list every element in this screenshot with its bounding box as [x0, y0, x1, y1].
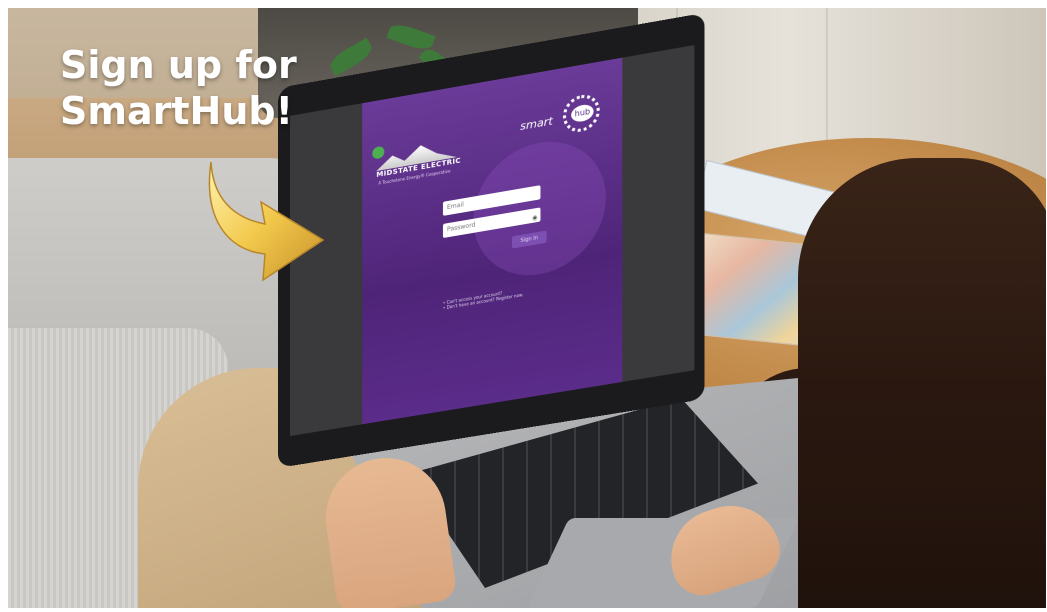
laptop-screen: MIDSTATE ELECTRIC A Touchstone Energy® C…	[289, 45, 695, 437]
password-placeholder: Password	[446, 221, 476, 234]
email-placeholder: Email	[446, 201, 464, 212]
help-links: Can't access your account? Don't have an…	[443, 287, 524, 311]
photo-scene: MIDSTATE ELECTRIC A Touchstone Energy® C…	[8, 8, 1046, 608]
login-panel: MIDSTATE ELECTRIC A Touchstone Energy® C…	[362, 57, 623, 425]
headline-line-1: Sign up for	[60, 43, 297, 87]
person-hair	[798, 158, 1046, 608]
utility-logo: MIDSTATE ELECTRIC A Touchstone Energy® C…	[372, 137, 467, 191]
arrow-icon	[208, 161, 325, 282]
headline: Sign up for SmartHub!	[60, 42, 297, 134]
laptop-lid: MIDSTATE ELECTRIC A Touchstone Energy® C…	[278, 12, 705, 468]
smarthub-word: smart	[520, 114, 553, 134]
smarthub-logo: smart hub	[520, 91, 602, 147]
touchstone-icon	[372, 145, 385, 160]
headline-line-2: SmartHub!	[60, 89, 293, 133]
eye-icon[interactable]: ◉	[532, 211, 537, 226]
